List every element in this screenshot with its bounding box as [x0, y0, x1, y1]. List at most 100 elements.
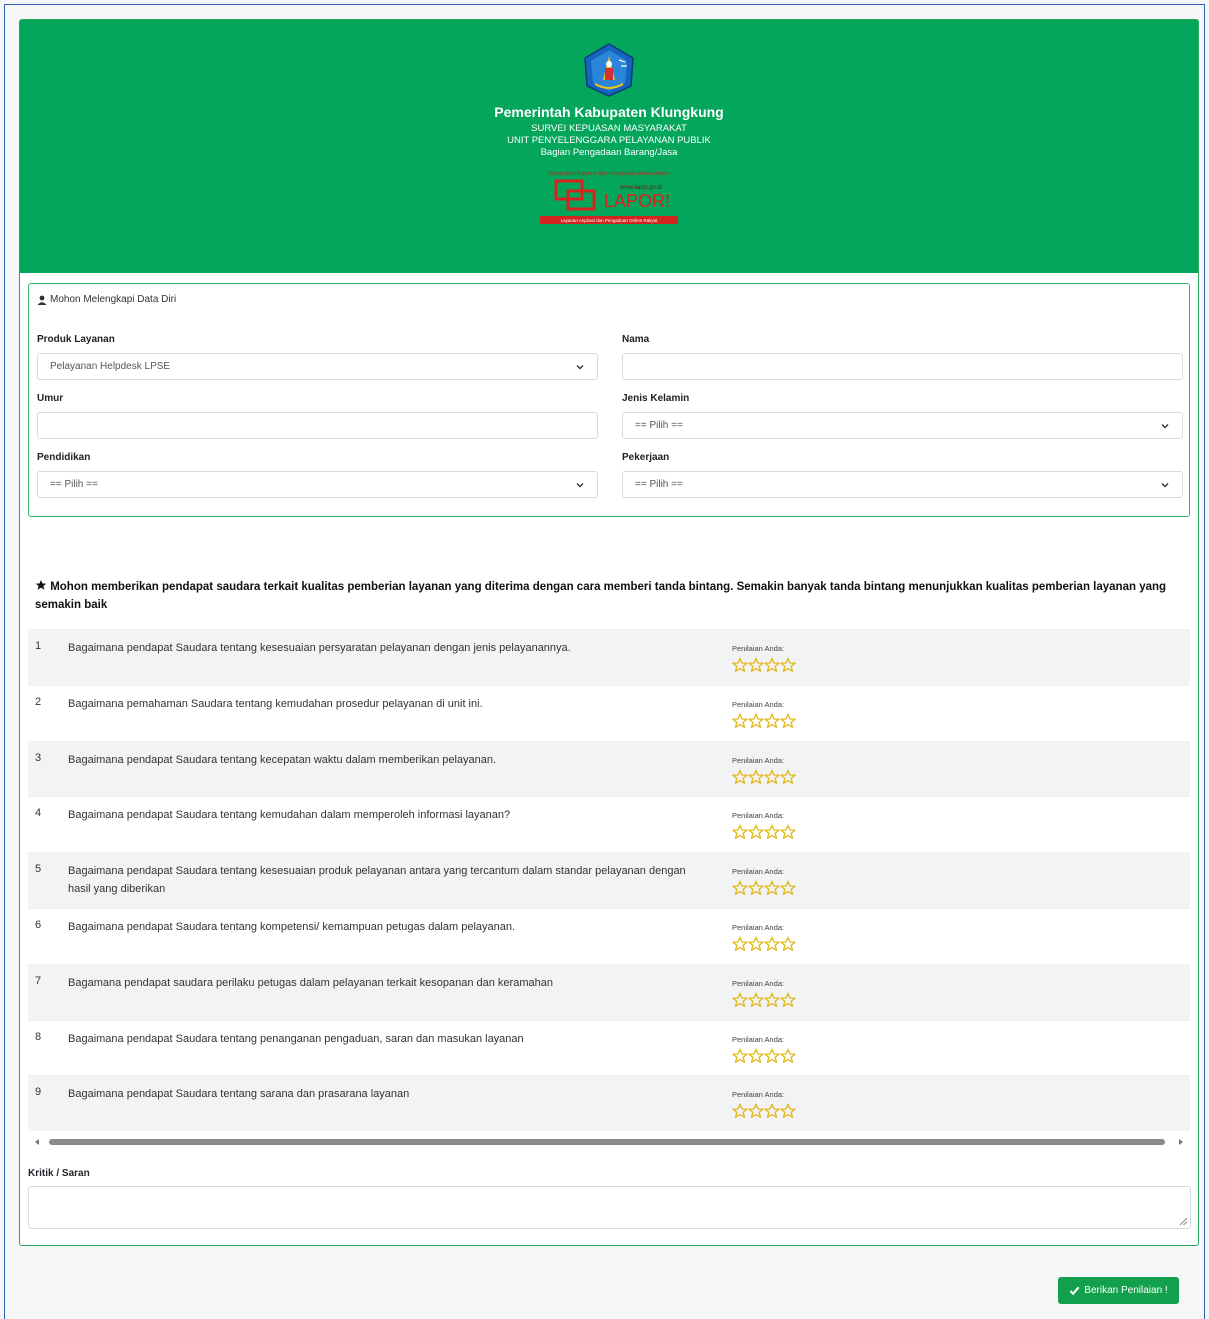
star-outline-icon[interactable]: [780, 769, 796, 785]
star-outline-icon[interactable]: [764, 713, 780, 729]
jenis-kelamin-label: Jenis Kelamin: [622, 393, 690, 404]
star-outline-icon[interactable]: [732, 769, 748, 785]
header-subtitle-line: UNIT PENYELENGGARA PELAYANAN PUBLIK: [507, 135, 711, 146]
question-row: 7 Bagamana pendapat saudara perilaku petu…: [28, 963, 1190, 1020]
star-outline-icon[interactable]: [748, 657, 764, 673]
question-number: 4: [35, 807, 42, 820]
question-text: Bagaimana pendapat Saudara tentang keses…: [68, 642, 571, 654]
star-outline-icon[interactable]: [732, 1048, 748, 1064]
submit-rating-button[interactable]: Berikan Penilaian !: [1058, 1277, 1179, 1304]
star-outline-icon[interactable]: [732, 1103, 748, 1119]
pekerjaan-select[interactable]: == Pilih ==: [622, 471, 1183, 498]
star-outline-icon[interactable]: [748, 1103, 764, 1119]
star-outline-icon[interactable]: [764, 769, 780, 785]
star-outline-icon[interactable]: [732, 657, 748, 673]
rating-instructions: Mohon memberikan pendapat saudara terkai…: [35, 578, 1175, 614]
scroll-left-arrow-icon[interactable]: [33, 1138, 41, 1146]
star-outline-icon[interactable]: [732, 992, 748, 1008]
pekerjaan-value: == Pilih ==: [635, 479, 683, 490]
personal-data-heading-text: Mohon Melengkapi Data Diri: [50, 294, 177, 305]
star-outline-icon[interactable]: [764, 1103, 780, 1119]
star-rating: [732, 769, 796, 785]
star-outline-icon[interactable]: [780, 713, 796, 729]
question-text: Bagaimana pendapat Saudara tentang kemud…: [68, 809, 511, 822]
star-outline-icon[interactable]: [780, 657, 796, 673]
question-rating: Penilaian Anda:: [732, 811, 796, 840]
lapor-footer: Layanan Aspirasi dan Pengaduan Online Ra…: [561, 218, 659, 223]
question-row: 2 Bagaimana pemahaman Saudara tentang kem…: [28, 684, 1190, 741]
star-outline-icon[interactable]: [764, 992, 780, 1008]
star-outline-icon[interactable]: [732, 824, 748, 840]
nama-label: Nama: [622, 334, 650, 345]
question-row: 8 Bagaimana pendapat Saudara tentang pena…: [28, 1019, 1190, 1076]
star-outline-icon[interactable]: [780, 992, 796, 1008]
question-rating: Penilaian Anda:: [732, 700, 796, 729]
question-row: 4 Bagaimana pendapat Saudara tentang kemu…: [28, 796, 1190, 852]
star-outline-icon[interactable]: [748, 1048, 764, 1064]
pendidikan-value: == Pilih ==: [50, 479, 98, 490]
star-outline-icon[interactable]: [748, 713, 764, 729]
pekerjaan-label: Pekerjaan: [622, 452, 670, 463]
user-icon: [37, 295, 47, 305]
star-icon: [35, 580, 47, 590]
star-outline-icon[interactable]: [764, 936, 780, 952]
chevron-down-icon: [576, 482, 584, 487]
kritik-saran-label: Kritik / Saran: [28, 1168, 90, 1179]
jenis-kelamin-value: == Pilih ==: [635, 420, 683, 431]
question-rating: Penilaian Anda:: [732, 756, 796, 785]
question-row: 3 Bagaimana pendapat Saudara tentang kece…: [28, 740, 1190, 797]
rating-label: Penilaian Anda:: [732, 644, 785, 653]
star-rating: [732, 880, 796, 896]
star-rating: [732, 657, 796, 673]
rating-label: Penilaian Anda:: [732, 922, 785, 932]
nama-input[interactable]: [622, 353, 1183, 380]
question-number: 1: [35, 640, 42, 652]
question-text: Bagaimana pendapat Saudara tentang saran…: [68, 1088, 410, 1101]
scrollbar-thumb[interactable]: [49, 1139, 1165, 1145]
star-outline-icon[interactable]: [732, 713, 748, 729]
question-number: 8: [35, 1030, 42, 1043]
personal-data-section: Mohon Melengkapi Data Diri Produk Layana…: [28, 283, 1190, 517]
header-subtitle-line: SURVEI KEPUASAN MASYARAKAT: [531, 123, 687, 134]
question-row: 5 Bagaimana pendapat Saudara tentang kese…: [28, 852, 1190, 908]
star-outline-icon[interactable]: [764, 1048, 780, 1064]
kritik-saran-textarea[interactable]: [28, 1186, 1191, 1229]
question-number: 5: [35, 863, 42, 876]
star-outline-icon[interactable]: [780, 1103, 796, 1119]
umur-input[interactable]: [37, 412, 598, 439]
star-rating: [732, 936, 796, 952]
star-outline-icon[interactable]: [748, 992, 764, 1008]
question-text: Bagaimana pendapat Saudara tentang keses…: [68, 865, 686, 896]
question-rating: Penilaian Anda:: [732, 644, 796, 673]
star-outline-icon[interactable]: [748, 769, 764, 785]
star-outline-icon[interactable]: [764, 880, 780, 896]
star-outline-icon[interactable]: [764, 657, 780, 673]
question-row: 9 Bagaimana pendapat Saudara tentang sara…: [28, 1075, 1190, 1132]
question-text: Bagaimana pendapat Saudara tentang kompe…: [68, 920, 516, 933]
scroll-right-arrow-icon[interactable]: [1177, 1138, 1185, 1146]
star-rating: [732, 992, 796, 1008]
produk-layanan-select[interactable]: Pelayanan Helpdesk LPSE: [37, 353, 598, 380]
check-icon: [1069, 1286, 1080, 1296]
question-text: Bagaimana pemahaman Saudara tentang kemu…: [68, 697, 483, 710]
star-outline-icon[interactable]: [780, 1048, 796, 1064]
star-outline-icon[interactable]: [748, 880, 764, 896]
lapor-brand: LAPOR!: [604, 191, 670, 211]
star-outline-icon[interactable]: [748, 824, 764, 840]
star-outline-icon[interactable]: [780, 936, 796, 952]
question-rating: Penilaian Anda:: [732, 1035, 796, 1064]
star-outline-icon[interactable]: [764, 824, 780, 840]
resize-handle-icon[interactable]: [1180, 1218, 1187, 1225]
star-outline-icon[interactable]: [732, 936, 748, 952]
star-outline-icon[interactable]: [748, 936, 764, 952]
page-frame: Pemerintah Kabupaten Klungkung SURVEI KE…: [4, 4, 1205, 1319]
jenis-kelamin-select[interactable]: == Pilih ==: [622, 412, 1183, 439]
star-outline-icon[interactable]: [780, 824, 796, 840]
question-text: Bagamana pendapat saudara perilaku petug…: [68, 976, 553, 989]
lapor-tagline: Sampaikan Aspirasi dan Pengaduan Anda Me…: [548, 171, 670, 177]
pendidikan-select[interactable]: == Pilih ==: [37, 471, 598, 498]
question-text: Bagaimana pendapat Saudara tentang penan…: [68, 1032, 524, 1045]
star-outline-icon[interactable]: [780, 880, 796, 896]
horizontal-scrollbar[interactable]: [28, 1135, 1190, 1149]
star-outline-icon[interactable]: [732, 880, 748, 896]
